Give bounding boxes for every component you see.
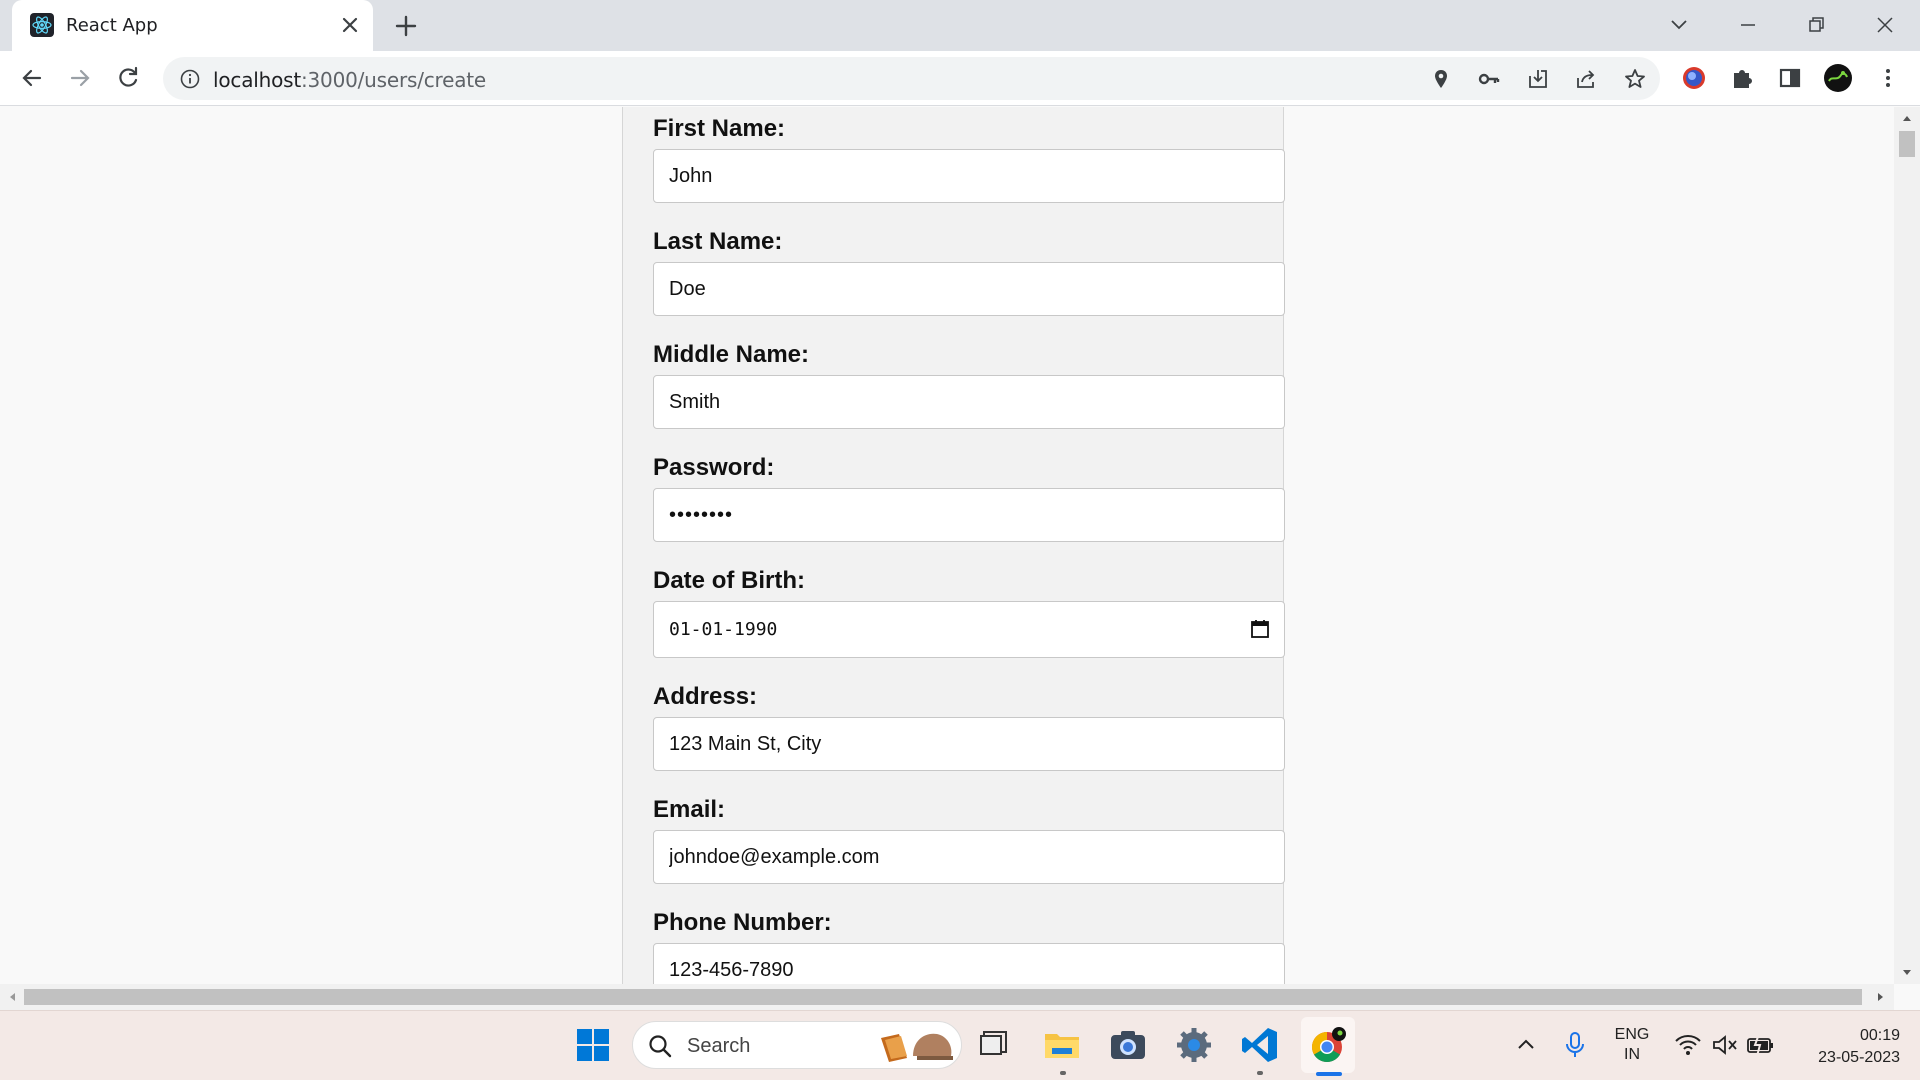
microphone-icon[interactable] [1563,1031,1587,1059]
date-of-birth-input[interactable] [653,601,1285,658]
clock-date: 23-05-2023 [1818,1049,1900,1066]
tab-search-chevron-icon[interactable] [1664,10,1694,40]
search-highlight-books-icon [881,1033,953,1062]
url-path: :3000/users/create [300,68,487,92]
address-label: Address: [653,683,758,710]
scroll-right-arrow-icon[interactable] [1876,992,1886,1002]
middle-name-input[interactable] [653,375,1285,429]
camera-app-icon[interactable] [1108,1025,1148,1065]
address-input[interactable] [653,717,1285,771]
location-pin-icon[interactable] [1429,67,1453,91]
chrome-app-icon[interactable] [1307,1025,1347,1065]
file-explorer-folder-icon[interactable] [1042,1025,1082,1065]
windows-taskbar: Search ENG IN 00:19 23-05-2023 [0,1010,1920,1080]
horizontal-scroll-thumb[interactable] [24,989,1862,1005]
vscode-icon[interactable] [1240,1025,1280,1065]
create-user-form: First Name: Last Name: Middle Name: Pass… [622,107,1285,984]
email-input[interactable] [653,830,1285,884]
battery-charging-icon[interactable] [1746,1033,1776,1057]
task-view-icon[interactable] [974,1025,1014,1065]
tab-strip: React App [0,0,1920,51]
scroll-left-arrow-icon[interactable] [7,992,17,1002]
share-icon[interactable] [1574,67,1598,91]
password-input[interactable] [653,488,1285,542]
reload-icon[interactable] [114,64,142,92]
close-tab-icon[interactable] [338,13,362,37]
password-key-icon[interactable] [1477,67,1501,91]
clock-time: 00:19 [1859,1027,1900,1044]
browser-toolbar: localhost:3000/users/create [0,51,1920,106]
install-app-icon[interactable] [1526,67,1550,91]
profile-avatar-icon[interactable] [1823,63,1853,93]
date-of-birth-label: Date of Birth: [653,567,805,594]
search-placeholder: Search [687,1035,751,1057]
show-hidden-icons-chevron-icon[interactable] [1514,1033,1538,1057]
tab-title: React App [66,15,158,36]
calendar-picker-icon[interactable] [1249,618,1271,640]
url-host: localhost [213,68,301,92]
middle-name-label: Middle Name: [653,341,810,368]
first-name-label: First Name: [653,115,786,142]
minimize-icon[interactable] [1733,10,1763,40]
chrome-menu-kebab-icon[interactable] [1873,63,1903,93]
bookmark-star-icon[interactable] [1623,67,1647,91]
scroll-down-arrow-icon[interactable] [1902,968,1912,978]
settings-gear-icon[interactable] [1174,1025,1214,1065]
email-label: Email: [653,796,726,823]
password-label: Password: [653,454,775,481]
new-tab-plus-icon[interactable] [392,12,420,40]
region-code: IN [1624,1046,1640,1063]
wifi-icon[interactable] [1674,1033,1702,1057]
first-name-input[interactable] [653,149,1285,203]
site-info-icon[interactable] [179,68,201,90]
back-arrow-icon[interactable] [18,64,46,92]
language-code: ENG [1614,1026,1650,1043]
forward-arrow-icon[interactable] [66,64,94,92]
speaker-muted-icon[interactable] [1711,1033,1739,1057]
page-viewport: First Name: Last Name: Middle Name: Pass… [0,107,1894,984]
search-icon [649,1035,672,1058]
horizontal-scrollbar[interactable] [0,984,1894,1010]
windows-start-icon[interactable] [573,1025,613,1065]
vertical-scrollbar[interactable] [1894,107,1920,984]
react-logo-icon [30,13,54,37]
extensions-puzzle-icon[interactable] [1727,63,1757,93]
scroll-up-arrow-icon[interactable] [1902,113,1912,123]
last-name-input[interactable] [653,262,1285,316]
phone-number-input[interactable] [653,943,1285,984]
address-bar[interactable]: localhost:3000/users/create [163,57,1660,100]
explorer-running-indicator [1060,1071,1066,1075]
close-window-icon[interactable] [1870,10,1900,40]
url-text: localhost:3000/users/create [213,68,486,92]
browser-tab[interactable]: React App [12,0,373,51]
side-panel-icon[interactable] [1775,63,1805,93]
chrome-active-indicator [1316,1072,1342,1076]
extension-globe-icon[interactable] [1679,63,1709,93]
language-indicator[interactable]: ENG IN [1608,1025,1656,1065]
restore-icon[interactable] [1801,10,1831,40]
phone-number-label: Phone Number: [653,909,832,936]
vscode-running-indicator [1257,1071,1263,1075]
vertical-scroll-thumb[interactable] [1899,131,1915,157]
last-name-label: Last Name: [653,228,783,255]
taskbar-search-box[interactable]: Search [632,1021,962,1069]
clock[interactable]: 00:19 23-05-2023 [1792,1025,1900,1069]
